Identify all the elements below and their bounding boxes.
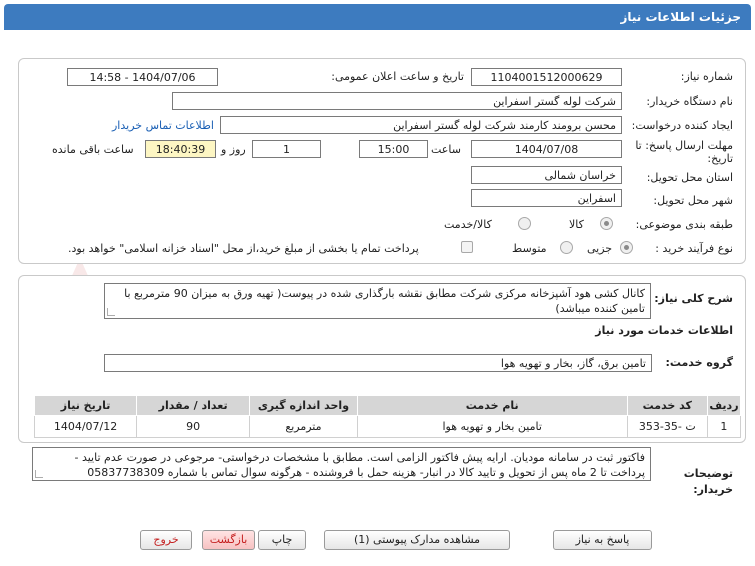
table-row: 1 ت -35-353 تامین بخار و تهویه هوا مترمر… <box>33 415 742 438</box>
process-option-medium: متوسط <box>512 242 547 255</box>
treasury-payment-checkbox[interactable] <box>461 241 473 253</box>
services-section-title: اطلاعات خدمات مورد نیاز <box>595 324 733 337</box>
reply-to-need-button[interactable]: پاسخ به نیاز <box>553 530 652 550</box>
exit-button[interactable]: خروج <box>140 530 192 550</box>
treasury-payment-note: پرداخت تمام یا بخشی از مبلغ خرید،از محل … <box>68 242 419 255</box>
services-table: ردیف کد خدمت نام خدمت واحد اندازه گیری ت… <box>33 395 742 438</box>
back-button[interactable]: بازگشت <box>202 530 255 550</box>
col-header-service-code: کد خدمت <box>626 395 708 416</box>
need-number-field: 1104001512000629 <box>471 68 622 86</box>
category-option-goods: کالا <box>569 218 584 231</box>
col-header-row-number: ردیف <box>706 395 742 416</box>
creator-label: ایجاد کننده درخواست: <box>631 119 733 132</box>
buyer-notes-label: توضیحات خریدار: <box>683 467 733 496</box>
view-attachments-button[interactable]: مشاهده مدارک پیوستی (1) <box>324 530 510 550</box>
deadline-label: مهلت ارسال پاسخ: تا تاریخ: <box>635 139 733 165</box>
resize-grip-icon[interactable] <box>107 308 115 316</box>
summary-textarea[interactable]: کانال کشی هود آشپزخانه مرکزی شرکت مطابق … <box>104 283 651 319</box>
province-field: خراسان شمالی <box>471 166 622 184</box>
category-option-goods-service: کالا/خدمت <box>444 218 492 231</box>
page-title: جزئیات اطلاعات نیاز <box>620 10 741 24</box>
col-header-need-date: تاریخ نیاز <box>33 395 138 416</box>
remaining-time-field: 18:40:39 <box>145 140 216 158</box>
deadline-time-field: 15:00 <box>359 140 428 158</box>
cell-service-code: ت -35-353 <box>626 415 708 438</box>
announce-date-field: 1404/07/06 - 14:58 <box>67 68 218 86</box>
buyer-org-field: شرکت لوله گستر اسفراین <box>172 92 622 110</box>
summary-text: کانال کشی هود آشپزخانه مرکزی شرکت مطابق … <box>124 287 645 315</box>
print-button[interactable]: چاپ <box>258 530 306 550</box>
process-label: نوع فرآیند خرید : <box>655 242 733 255</box>
summary-label: شرح کلی نیاز: <box>654 292 733 305</box>
category-radio-goods-service[interactable] <box>518 217 531 230</box>
need-number-label: شماره نیاز: <box>680 70 733 83</box>
city-field: اسفراین <box>471 189 622 207</box>
category-label: طبقه بندی موضوعی: <box>635 218 733 231</box>
cell-row-number: 1 <box>706 415 742 438</box>
cell-need-date: 1404/07/12 <box>33 415 138 438</box>
creator-field: محسن برومند کارمند شرکت لوله گستر اسفرای… <box>220 116 622 134</box>
service-group-label: گروه خدمت: <box>665 356 733 369</box>
col-header-quantity: تعداد / مقدار <box>136 395 251 416</box>
table-header-row: ردیف کد خدمت نام خدمت واحد اندازه گیری ت… <box>33 395 742 416</box>
cell-service-name: تامین بخار و تهویه هوا <box>356 415 628 438</box>
remaining-label: ساعت باقی مانده <box>52 143 134 156</box>
buyer-contact-link[interactable]: اطلاعات تماس خریدار <box>112 119 214 132</box>
process-radio-minor[interactable] <box>620 241 633 254</box>
days-label: روز و <box>221 143 246 156</box>
buyer-notes-text: فاکتور ثبت در سامانه مودیان. ارایه پیش ف… <box>74 451 646 479</box>
announce-date-label: تاریخ و ساعت اعلان عمومی: <box>331 70 464 83</box>
col-header-service-name: نام خدمت <box>356 395 628 416</box>
process-radio-medium[interactable] <box>560 241 573 254</box>
cell-unit: مترمربع <box>249 415 358 438</box>
col-header-unit: واحد اندازه گیری <box>249 395 358 416</box>
province-label: استان محل تحویل: <box>646 171 733 184</box>
deadline-time-label: ساعت <box>431 143 461 156</box>
buyer-org-label: نام دستگاه خریدار: <box>646 95 733 108</box>
days-field: 1 <box>252 140 321 158</box>
resize-grip-icon[interactable] <box>35 470 43 478</box>
deadline-date-field: 1404/07/08 <box>471 140 622 158</box>
page-header: جزئیات اطلاعات نیاز <box>4 4 751 30</box>
buyer-notes-textarea[interactable]: فاکتور ثبت در سامانه مودیان. ارایه پیش ف… <box>32 447 651 481</box>
category-radio-goods[interactable] <box>600 217 613 230</box>
cell-quantity: 90 <box>136 415 251 438</box>
process-option-minor: جزیی <box>587 242 613 255</box>
city-label: شهر محل تحویل: <box>653 194 733 207</box>
service-group-field: تامین برق، گاز، بخار و تهویه هوا <box>104 354 652 372</box>
